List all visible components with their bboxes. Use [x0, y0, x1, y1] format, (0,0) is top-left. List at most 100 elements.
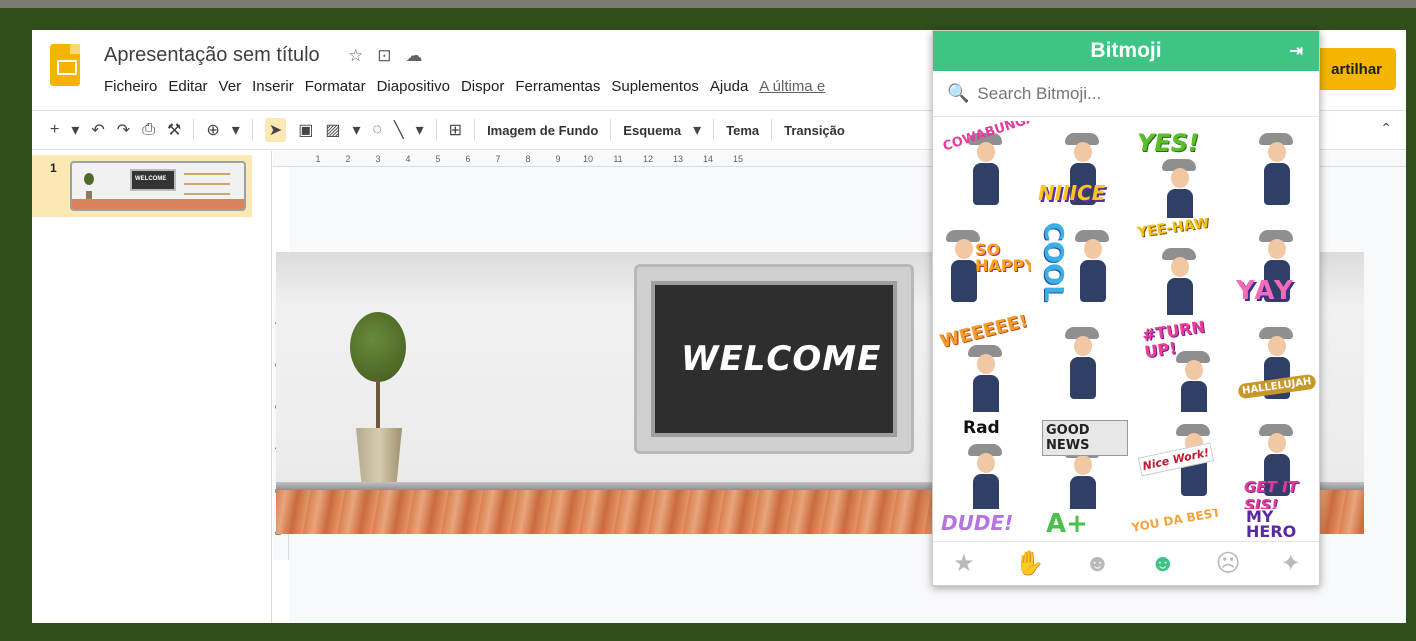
slide-number: 1 — [50, 161, 57, 175]
menu-editar[interactable]: Editar — [168, 78, 207, 95]
sticker-my-hero[interactable]: MY HERO — [1226, 509, 1319, 543]
toolbar-divider — [193, 119, 195, 141]
bitmoji-avatar — [1162, 248, 1196, 315]
menu-ferramentas[interactable]: Ferramentas — [515, 78, 600, 95]
menu-ver[interactable]: Ver — [219, 78, 242, 95]
menu-diapositivo[interactable]: Diapositivo — [377, 78, 450, 95]
smile-icon[interactable]: ☻ — [1150, 550, 1175, 578]
last-edit-link[interactable]: A última e — [759, 78, 825, 95]
bitmoji-category-bar: ★ ✋ ☻ ☻ ☹ ✦ — [933, 541, 1319, 585]
wave-hand-icon[interactable]: ✋ — [1015, 549, 1045, 578]
slide-thumbnail-row[interactable]: 1 WELCOME — [32, 155, 252, 217]
paint-format-icon[interactable]: ⚒ — [167, 120, 181, 140]
shape-icon[interactable]: ◌ — [372, 121, 382, 139]
collapse-menu-icon[interactable]: ⌃ — [1380, 120, 1392, 137]
sticker-text: YAY — [1236, 276, 1295, 306]
redo-icon[interactable]: ↷ — [117, 120, 130, 140]
document-title[interactable]: Apresentação sem título — [104, 44, 320, 67]
image-icon[interactable]: ▨ — [325, 120, 340, 140]
sticker-rad[interactable]: Rad — [935, 412, 1031, 509]
sticker-text: #TURN UP! — [1140, 317, 1206, 362]
background-button[interactable]: Imagem de Fundo — [487, 123, 598, 138]
menu-formatar[interactable]: Formatar — [305, 78, 366, 95]
menu-inserir[interactable]: Inserir — [252, 78, 294, 95]
slides-logo[interactable] — [50, 44, 80, 86]
bitmoji-avatar — [1259, 230, 1293, 302]
sticker-yay[interactable]: YAY — [1226, 218, 1319, 315]
menu-ajuda[interactable]: Ajuda — [710, 78, 748, 95]
bitmoji-avatar — [1075, 230, 1109, 302]
chalkboard-text[interactable]: WELCOME — [681, 339, 881, 379]
cloud-status-icon[interactable]: ☁ — [406, 46, 423, 66]
toolbar-divider — [251, 119, 253, 141]
neutral-face-icon[interactable]: ☹ — [1216, 549, 1241, 578]
ruler-tick-label: 4 — [405, 153, 411, 164]
topiary-plant[interactable] — [350, 312, 406, 382]
chalkboard[interactable]: WELCOME — [634, 264, 914, 454]
image-dropdown-icon[interactable]: ▾ — [352, 120, 360, 140]
select-tool-icon[interactable]: ➤ — [264, 118, 287, 142]
sticker-selfie-stick[interactable] — [1226, 121, 1319, 218]
heart-eyes-icon[interactable]: ☻ — [1085, 550, 1110, 578]
sticker-good-news[interactable]: GOOD NEWS — [1032, 412, 1128, 509]
filmstrip-panel: 1 WELCOME — [32, 151, 272, 623]
bitmoji-avatar — [1176, 351, 1210, 412]
ruler-tick-label: 2 — [345, 153, 351, 164]
move-folder-icon[interactable]: ⊡ — [377, 46, 391, 66]
sticker-yes[interactable]: YES! — [1129, 121, 1225, 218]
comment-icon[interactable]: ⊞ — [449, 120, 462, 140]
sticker-niiice[interactable]: NIIICE — [1032, 121, 1128, 218]
transition-button[interactable]: Transição — [784, 123, 845, 138]
line-dropdown-icon[interactable]: ▾ — [416, 120, 424, 140]
toolbar-divider — [474, 119, 476, 141]
sticker-text: YOU DA BEST — [1130, 509, 1222, 535]
sticker-nice-work[interactable]: Nice Work! — [1129, 412, 1225, 509]
line-icon[interactable]: ╲ — [394, 120, 404, 140]
print-icon[interactable]: ⎙ — [142, 121, 155, 139]
desktop-top-strip — [0, 0, 1416, 8]
new-slide-dropdown-icon[interactable]: ▾ — [71, 120, 79, 140]
sticker-a-plus[interactable]: A+ — [1032, 509, 1128, 543]
new-slide-icon[interactable]: + — [50, 121, 59, 139]
ruler-tick-label: 13 — [672, 153, 683, 164]
sticker-turn-up[interactable]: #TURN UP! — [1129, 315, 1225, 412]
bitmoji-avatar — [1259, 133, 1293, 205]
ruler-tick-label: 11 — [613, 153, 623, 164]
sticker-text: YEE-HAW — [1136, 218, 1211, 241]
menu-ficheiro[interactable]: Ficheiro — [104, 78, 157, 95]
layout-dropdown-icon[interactable]: ▾ — [693, 120, 701, 140]
sticker-get-it-sis[interactable]: GET IT SIS! — [1226, 412, 1319, 509]
sticker-you-da-best[interactable]: YOU DA BEST — [1129, 509, 1225, 543]
text-box-icon[interactable]: ▣ — [298, 120, 313, 140]
toolbar-divider — [771, 119, 773, 141]
sticker-dude[interactable]: DUDE! — [935, 509, 1031, 543]
toolbar-divider — [610, 119, 612, 141]
theme-button[interactable]: Tema — [726, 123, 759, 138]
zoom-icon[interactable]: ⊕ — [206, 120, 219, 140]
bitmoji-search-bar: 🔍 — [933, 71, 1319, 117]
slide-thumbnail[interactable]: WELCOME — [70, 161, 246, 211]
sticker-grid: COWABUNGA NIIICE YES! SO HAPPY COOL YEE-… — [933, 119, 1319, 543]
star-icon[interactable]: ☆ — [348, 46, 363, 66]
sticker-weee[interactable]: WEEEEE! — [935, 315, 1031, 412]
ruler-tick-label: 8 — [525, 153, 531, 164]
menu-dispor[interactable]: Dispor — [461, 78, 504, 95]
sticker-hallelujah[interactable]: HALLELUJAH — [1226, 315, 1319, 412]
sticker-text: DUDE! — [941, 511, 1014, 535]
ruler-tick-label: 7 — [495, 153, 501, 164]
bitmoji-search-input[interactable] — [977, 83, 1278, 104]
menu-suplementos[interactable]: Suplementos — [611, 78, 699, 95]
undo-icon[interactable]: ↶ — [91, 120, 104, 140]
exit-icon[interactable]: ⇥ — [1290, 41, 1303, 61]
sticker-so-happy[interactable]: SO HAPPY — [935, 218, 1031, 315]
title-icons: ☆ ⊡ ☁ — [348, 46, 423, 66]
layout-button[interactable]: Esquema — [623, 123, 681, 138]
sticker-cowabunga[interactable]: COWABUNGA — [935, 121, 1031, 218]
star-icon[interactable]: ★ — [953, 549, 975, 578]
sticker-yee-haw[interactable]: YEE-HAW — [1129, 218, 1225, 315]
sticker-cool[interactable]: COOL — [1032, 218, 1128, 315]
bitmoji-avatar — [968, 444, 1002, 509]
sticker-fishing[interactable] — [1032, 315, 1128, 412]
party-popper-icon[interactable]: ✦ — [1281, 549, 1301, 578]
zoom-dropdown-icon[interactable]: ▾ — [232, 120, 240, 140]
